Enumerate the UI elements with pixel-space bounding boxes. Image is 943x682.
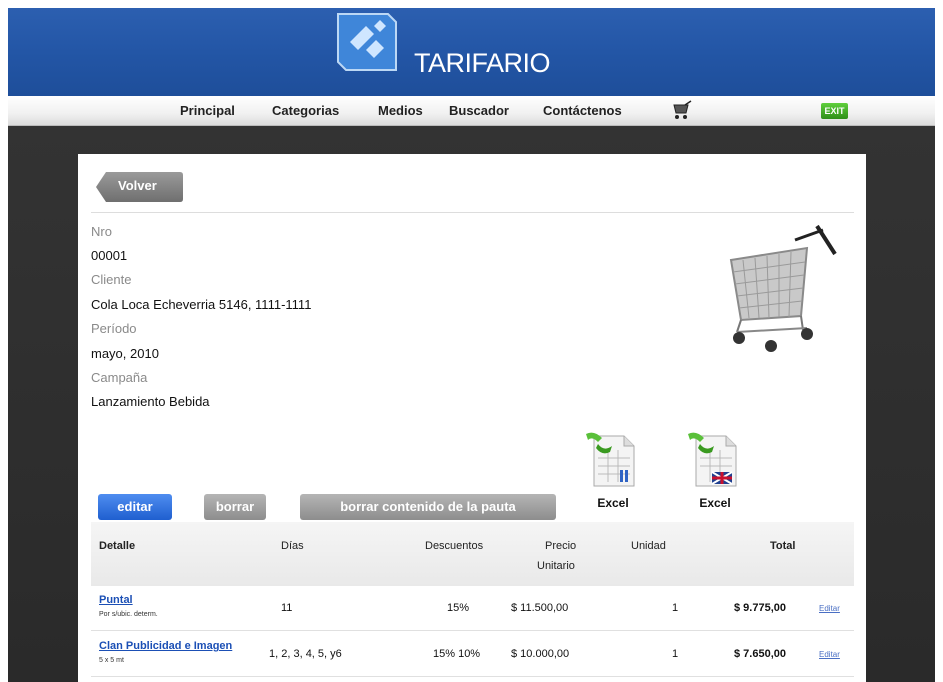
col-descuentos: Descuentos [425, 540, 484, 552]
row-discounts: 15% [447, 602, 470, 614]
row-price: $ 10.000,00 [511, 648, 570, 660]
row-total: $ 9.775,00 [734, 602, 786, 614]
field-label-periodo: Período [91, 321, 137, 336]
header: TARIFARIO [8, 8, 935, 96]
row-detail-sub: 5 x 5 mt [99, 657, 124, 664]
edit-button[interactable]: editar [98, 494, 172, 520]
cart-icon[interactable] [671, 99, 693, 121]
excel-spreadsheet-uk-icon [688, 432, 737, 487]
excel-label: Excel [597, 496, 629, 510]
row-days: 1, 2, 3, 4, 5, y6 [269, 648, 342, 660]
field-label-cliente: Cliente [91, 272, 132, 287]
excel-spreadsheet-icon [586, 432, 635, 487]
divider [91, 212, 854, 213]
excel-label: Excel [699, 496, 731, 510]
col-unidad: Unidad [631, 540, 666, 552]
col-precio: Precio [545, 540, 577, 552]
back-button-label: Volver [118, 178, 157, 193]
row-price: $ 11.500,00 [511, 602, 569, 614]
nav-contactenos[interactable]: Contáctenos [543, 103, 622, 118]
row-detail-link[interactable]: Clan Publicidad e Imagen [99, 640, 232, 652]
field-value-cliente: Cola Loca Echeverria 5146, 1111-1111 [91, 297, 312, 312]
row-units: 1 [672, 648, 679, 660]
col-unitario: Unitario [537, 560, 575, 572]
row-detail-link[interactable]: Puntal [99, 594, 133, 606]
row-edit-link[interactable]: Editar [819, 650, 840, 659]
table-row: Clan Publicidad e Imagen 5 x 5 mt 1, 2, … [91, 632, 854, 677]
excel-export-es[interactable]: Excel [578, 430, 648, 520]
delete-button[interactable]: borrar [204, 494, 266, 520]
row-discounts: 15% 10% [433, 648, 481, 660]
nav-medios[interactable]: Medios [378, 103, 423, 118]
nav-categorias[interactable]: Categorias [272, 103, 339, 118]
content-card: Volver Nro 00001 Cliente Cola Loca Echev… [78, 154, 866, 682]
table-header: Detalle Días Descuentos Precio Unitario … [91, 522, 854, 586]
nav-principal[interactable]: Principal [180, 103, 235, 118]
row-edit-link[interactable]: Editar [819, 604, 840, 613]
row-units: 1 [672, 602, 679, 614]
col-dias: Días [281, 540, 304, 552]
field-value-periodo: mayo, 2010 [91, 346, 159, 361]
field-value-nro: 00001 [91, 248, 128, 263]
row-days: 11 [281, 602, 293, 614]
exit-button[interactable]: EXIT [821, 103, 848, 119]
table-row: Puntal Por s/ubic. determ. 11 15% $ 11.5… [91, 586, 854, 631]
col-detalle: Detalle [99, 540, 136, 552]
row-detail-sub: Por s/ubic. determ. [99, 611, 158, 618]
clear-pauta-button[interactable]: borrar contenido de la pauta [300, 494, 556, 520]
tarifario-logo-icon [337, 13, 397, 71]
col-total: Total [770, 540, 796, 552]
brand-title: TARIFARIO [414, 48, 551, 78]
field-label-nro: Nro [91, 224, 112, 239]
excel-export-en[interactable]: Excel [680, 430, 750, 520]
top-nav: Principal Categorias Medios Buscador Con… [8, 96, 935, 126]
shopping-cart-icon [729, 224, 837, 352]
row-total: $ 7.650,00 [734, 648, 786, 660]
back-button[interactable]: Volver [96, 172, 183, 202]
app-frame: TARIFARIO Principal Categorias Medios Bu… [8, 8, 935, 682]
field-value-campana: Lanzamiento Bebida [91, 394, 210, 409]
nav-buscador[interactable]: Buscador [449, 103, 509, 118]
field-label-campana: Campaña [91, 370, 148, 385]
